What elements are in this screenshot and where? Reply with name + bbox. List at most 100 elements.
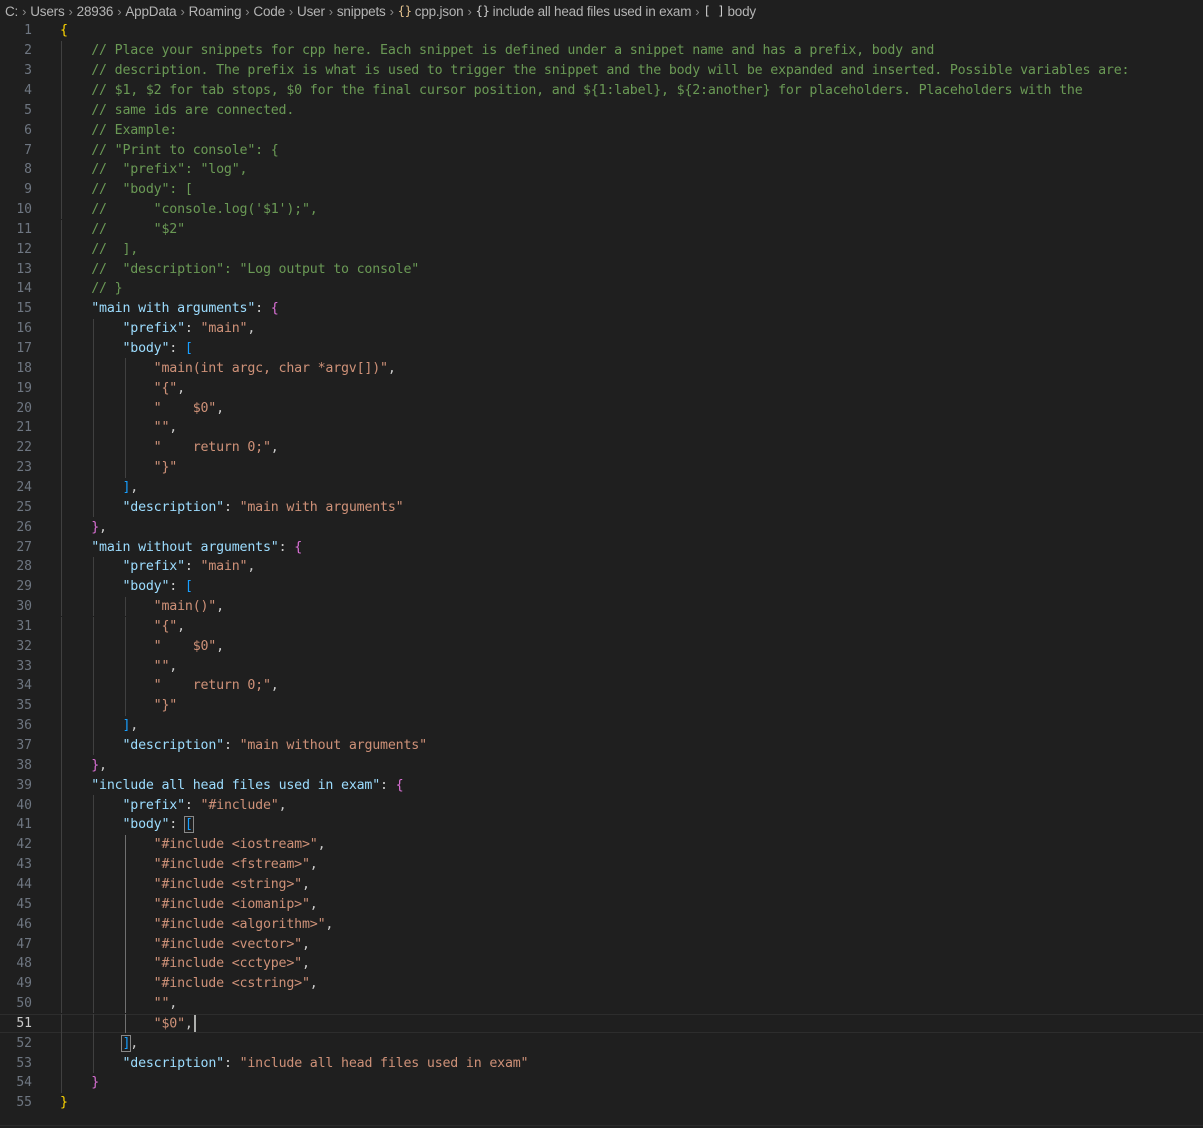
code-line[interactable]: 16 "prefix": "main", [0,318,1203,339]
code-line[interactable]: 53 "description": "include all head file… [0,1053,1203,1074]
code-line[interactable]: 38 }, [0,755,1203,776]
code-text[interactable]: // "$2" [60,222,185,237]
breadcrumb-item-snippets[interactable]: snippets [337,4,386,19]
code-text[interactable]: "prefix": "main", [60,559,255,574]
code-text[interactable]: " return 0;", [60,440,279,455]
code-line[interactable]: 3 // description. The prefix is what is … [0,60,1203,81]
horizontal-scrollbar[interactable] [0,1125,1203,1126]
breadcrumb-item-snippet[interactable]: include all head files used in exam [493,4,692,19]
code-text[interactable]: "", [60,420,178,435]
code-text[interactable]: // ], [60,242,138,257]
code-line[interactable]: 6 // Example: [0,120,1203,141]
code-text[interactable]: "#include <iostream>", [60,837,326,852]
code-line[interactable]: 11 // "$2" [0,219,1203,240]
code-line[interactable]: 25 "description": "main with arguments" [0,497,1203,518]
code-text[interactable]: "{", [60,381,185,396]
code-text[interactable]: "}" [60,698,178,713]
breadcrumb-item-drive[interactable]: C: [5,4,18,19]
code-text[interactable]: // description. The prefix is what is us… [60,63,1129,78]
code-text[interactable]: "main without arguments": { [60,540,302,555]
code-line[interactable]: 41 "body": [ [0,815,1203,835]
code-text[interactable]: "body": [ [60,341,192,356]
code-text[interactable]: // "description": "Log output to console… [60,262,419,277]
code-line[interactable]: 33 "", [0,656,1203,677]
code-text[interactable]: ], [60,1034,138,1052]
breadcrumb-item-file[interactable]: cpp.json [415,4,464,19]
code-line[interactable]: 21 "", [0,418,1203,438]
code-line[interactable]: 43 "#include <fstream>", [0,854,1203,875]
code-text[interactable]: "#include <string>", [60,877,310,892]
code-line[interactable]: 32 " $0", [0,636,1203,657]
code-line[interactable]: 37 "description": "main without argument… [0,735,1203,756]
code-text[interactable]: ], [60,480,138,495]
code-text[interactable]: "main(int argc, char *argv[])", [60,361,396,376]
code-line[interactable]: 55} [0,1093,1203,1113]
code-line[interactable]: 52 ], [0,1033,1203,1054]
code-line[interactable]: 51 "$0", [0,1013,1203,1034]
breadcrumb-item-users[interactable]: Users [30,4,64,19]
code-text[interactable]: "body": [ [60,816,194,834]
code-line[interactable]: 27 "main without arguments": { [0,537,1203,557]
code-text[interactable]: // $1, $2 for tab stops, $0 for the fina… [60,83,1082,98]
code-text[interactable]: "body": [ [60,579,192,594]
code-line[interactable]: 28 "prefix": "main", [0,556,1203,577]
code-line[interactable]: 40 "prefix": "#include", [0,795,1203,815]
code-line[interactable]: 48 "#include <cctype>", [0,953,1203,974]
code-text[interactable]: ], [60,718,138,733]
code-text[interactable]: "", [60,659,178,674]
code-text[interactable]: }, [60,520,107,535]
code-text[interactable]: " $0", [60,401,224,416]
code-line[interactable]: 50 "", [0,993,1203,1014]
code-line[interactable]: 34 " return 0;", [0,676,1203,696]
code-line[interactable]: 39 "include all head files used in exam"… [0,775,1203,796]
breadcrumb-item-user[interactable]: User [297,4,325,19]
code-text[interactable]: "prefix": "main", [60,321,255,336]
code-text[interactable]: "#include <vector>", [60,937,310,952]
code-line[interactable]: 45 "#include <iomanip>", [0,894,1203,915]
code-text[interactable]: // "body": [ [60,182,193,197]
code-line[interactable]: 15 "main with arguments": { [0,298,1203,319]
code-line[interactable]: 5 // same ids are connected. [0,100,1203,121]
code-text[interactable]: "}" [60,460,178,475]
breadcrumb-item-user-id[interactable]: 28936 [77,4,114,19]
code-line[interactable]: 46 "#include <algorithm>", [0,914,1203,935]
code-line[interactable]: 7 // "Print to console": { [0,140,1203,160]
code-line[interactable]: 22 " return 0;", [0,437,1203,458]
code-line[interactable]: 1{ [0,21,1203,41]
code-text[interactable]: "description": "include all head files u… [60,1056,528,1071]
code-text[interactable]: "include all head files used in exam": { [60,778,403,793]
code-line[interactable]: 18 "main(int argc, char *argv[])", [0,358,1203,379]
code-text[interactable]: "description": "main with arguments" [60,500,403,515]
breadcrumb-item-roaming[interactable]: Roaming [189,4,242,19]
code-text[interactable]: "#include <fstream>", [60,857,318,872]
code-line[interactable]: 20 " $0", [0,398,1203,418]
code-text[interactable]: " return 0;", [60,678,279,693]
code-text[interactable]: } [60,1095,68,1110]
code-line[interactable]: 30 "main()", [0,596,1203,617]
code-text[interactable]: " $0", [60,639,224,654]
code-line[interactable]: 42 "#include <iostream>", [0,834,1203,855]
code-line[interactable]: 2 // Place your snippets for cpp here. E… [0,40,1203,61]
code-line[interactable]: 23 "}" [0,457,1203,478]
breadcrumb-item-appdata[interactable]: AppData [125,4,176,19]
code-text[interactable]: "description": "main without arguments" [60,738,427,753]
code-line[interactable]: 44 "#include <string>", [0,874,1203,895]
code-text[interactable]: // Example: [60,123,177,138]
code-line[interactable]: 36 ], [0,715,1203,736]
code-line[interactable]: 9 // "body": [ [0,179,1203,200]
code-line[interactable]: 17 "body": [ [0,338,1203,359]
code-line[interactable]: 14 // } [0,279,1203,299]
code-line[interactable]: 19 "{", [0,378,1203,399]
code-text[interactable]: // } [60,281,122,296]
code-line[interactable]: 47 "#include <vector>", [0,934,1203,954]
code-line[interactable]: 49 "#include <cstring>", [0,973,1203,994]
code-text[interactable]: "main()", [60,599,224,614]
code-text[interactable]: // same ids are connected. [60,103,294,118]
code-line[interactable]: 29 "body": [ [0,576,1203,597]
code-text[interactable]: "#include <iomanip>", [60,897,318,912]
code-line[interactable]: 8 // "prefix": "log", [0,159,1203,180]
code-line[interactable]: 35 "}" [0,695,1203,716]
code-line[interactable]: 4 // $1, $2 for tab stops, $0 for the fi… [0,80,1203,101]
code-line[interactable]: 31 "{", [0,616,1203,637]
code-text[interactable]: // "console.log('$1');", [60,202,318,217]
